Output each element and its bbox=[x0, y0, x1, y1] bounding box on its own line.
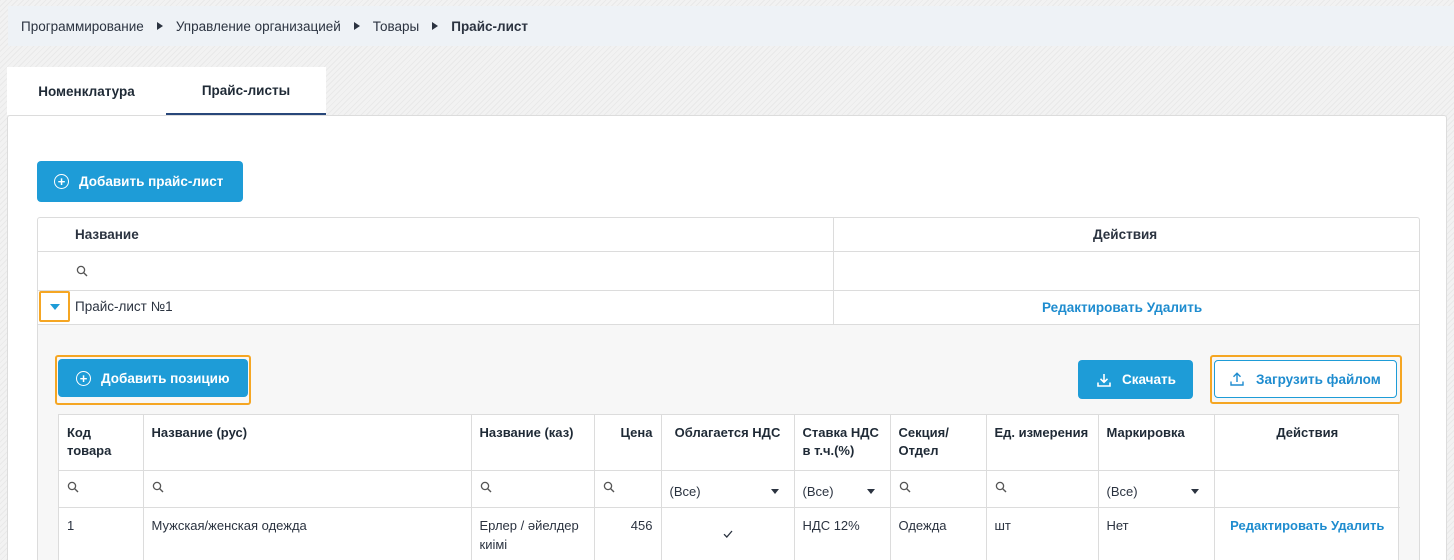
edit-position-link[interactable]: Редактировать bbox=[1230, 518, 1327, 533]
cell-vat bbox=[661, 507, 795, 560]
table-row[interactable]: 1 Мужская/женская одежда Ерлер / әйелдер… bbox=[59, 507, 1400, 560]
checkmark-icon bbox=[723, 530, 732, 538]
plus-circle-icon: + bbox=[54, 174, 69, 189]
price-list-detail: + Добавить позицию Скачать Загрузить фай… bbox=[38, 325, 1419, 560]
cell-section: Одежда bbox=[890, 507, 987, 560]
cell-code: 1 bbox=[59, 507, 144, 560]
cell-name-kz: Ерлер / әйелдер киімі bbox=[471, 507, 595, 560]
column-header-code[interactable]: Код товара bbox=[59, 415, 144, 471]
upload-label: Загрузить файлом bbox=[1256, 371, 1381, 387]
search-icon[interactable] bbox=[899, 481, 911, 493]
column-header-name-kz[interactable]: Название (каз) bbox=[471, 415, 595, 471]
edit-price-list-link[interactable]: Редактировать bbox=[1042, 300, 1143, 315]
caret-down-icon bbox=[866, 489, 875, 494]
plus-circle-icon: + bbox=[76, 370, 91, 386]
cell-marking: Нет bbox=[1098, 507, 1215, 560]
download-button[interactable]: Скачать bbox=[1078, 360, 1193, 399]
expand-row-toggle[interactable] bbox=[39, 291, 70, 322]
breadcrumb-item-price-list: Прайс-лист bbox=[451, 18, 528, 34]
search-icon[interactable] bbox=[603, 481, 615, 493]
table-row[interactable]: Прайс-лист №1 Редактировать Удалить bbox=[38, 291, 1419, 325]
vat-rate-filter-select[interactable]: (Все) bbox=[803, 478, 882, 499]
cell-vat-rate: НДС 12% bbox=[794, 507, 891, 560]
breadcrumb-item-goods[interactable]: Товары bbox=[373, 19, 419, 34]
column-header-marking[interactable]: Маркировка bbox=[1098, 415, 1215, 471]
column-header-name-ru[interactable]: Название (рус) bbox=[143, 415, 472, 471]
delete-price-list-link[interactable]: Удалить bbox=[1147, 300, 1202, 315]
column-header-vat-rate[interactable]: Ставка НДС в т.ч.(%) bbox=[794, 415, 891, 471]
cell-actions: Редактировать Удалить bbox=[1214, 507, 1400, 560]
upload-icon bbox=[1230, 372, 1244, 386]
main-panel: + Добавить прайс-лист Название Действия … bbox=[7, 115, 1447, 560]
upload-file-button[interactable]: Загрузить файлом bbox=[1214, 360, 1397, 398]
column-header-section[interactable]: Секция/ Отдел bbox=[890, 415, 987, 471]
search-icon[interactable] bbox=[480, 481, 492, 493]
positions-table: Код товара Название (рус) Название (каз)… bbox=[58, 414, 1400, 560]
breadcrumb: Программирование Управление организацией… bbox=[8, 6, 1454, 46]
price-list-actions: Редактировать Удалить bbox=[1042, 300, 1202, 315]
column-header-actions: Действия bbox=[1214, 415, 1400, 471]
vat-filter-select[interactable]: (Все) bbox=[670, 478, 786, 499]
caret-down-icon bbox=[1190, 489, 1199, 494]
search-icon[interactable] bbox=[76, 265, 88, 277]
grid-filter-row bbox=[38, 252, 1419, 291]
tab-bar: Номенклатура Прайс-листы bbox=[7, 67, 326, 115]
breadcrumb-item-org-management[interactable]: Управление организацией bbox=[176, 19, 341, 34]
column-header-name[interactable]: Название bbox=[75, 227, 139, 242]
marking-filter-select[interactable]: (Все) bbox=[1107, 478, 1206, 499]
download-label: Скачать bbox=[1122, 372, 1176, 387]
chevron-right-icon bbox=[432, 22, 439, 30]
positions-header-row: Код товара Название (рус) Название (каз)… bbox=[59, 415, 1400, 471]
chevron-right-icon bbox=[156, 22, 163, 30]
add-price-list-label: Добавить прайс-лист bbox=[79, 174, 224, 189]
column-header-actions: Действия bbox=[1093, 227, 1158, 242]
column-divider bbox=[833, 218, 834, 325]
breadcrumb-item-programming[interactable]: Программирование bbox=[21, 19, 144, 34]
delete-position-link[interactable]: Удалить bbox=[1331, 518, 1384, 533]
cell-price: 456 bbox=[594, 507, 662, 560]
caret-down-icon bbox=[770, 489, 779, 494]
price-list-grid: Название Действия Прайс-лист №1 Редактир… bbox=[37, 217, 1420, 560]
tab-price-lists[interactable]: Прайс-листы bbox=[166, 67, 326, 115]
tab-nomenclature[interactable]: Номенклатура bbox=[7, 67, 166, 115]
column-header-vat[interactable]: Облагается НДС bbox=[661, 415, 795, 471]
chevron-right-icon bbox=[353, 22, 360, 30]
search-icon[interactable] bbox=[67, 481, 79, 493]
chevron-down-icon bbox=[49, 303, 60, 310]
add-price-list-button[interactable]: + Добавить прайс-лист bbox=[37, 161, 243, 202]
column-header-unit[interactable]: Ед. измерения bbox=[986, 415, 1099, 471]
positions-filter-row: (Все) (Все) (Все) bbox=[59, 470, 1400, 508]
search-icon[interactable] bbox=[152, 481, 164, 493]
column-header-price[interactable]: Цена bbox=[594, 415, 662, 471]
add-position-label: Добавить позицию bbox=[101, 370, 230, 386]
price-list-name: Прайс-лист №1 bbox=[75, 299, 173, 314]
search-icon[interactable] bbox=[995, 481, 1007, 493]
cell-name-ru: Мужская/женская одежда bbox=[143, 507, 472, 560]
cell-unit: шт bbox=[986, 507, 1099, 560]
add-position-button[interactable]: + Добавить позицию bbox=[58, 359, 248, 397]
grid-header-row: Название Действия bbox=[38, 218, 1419, 252]
download-icon bbox=[1097, 373, 1111, 387]
